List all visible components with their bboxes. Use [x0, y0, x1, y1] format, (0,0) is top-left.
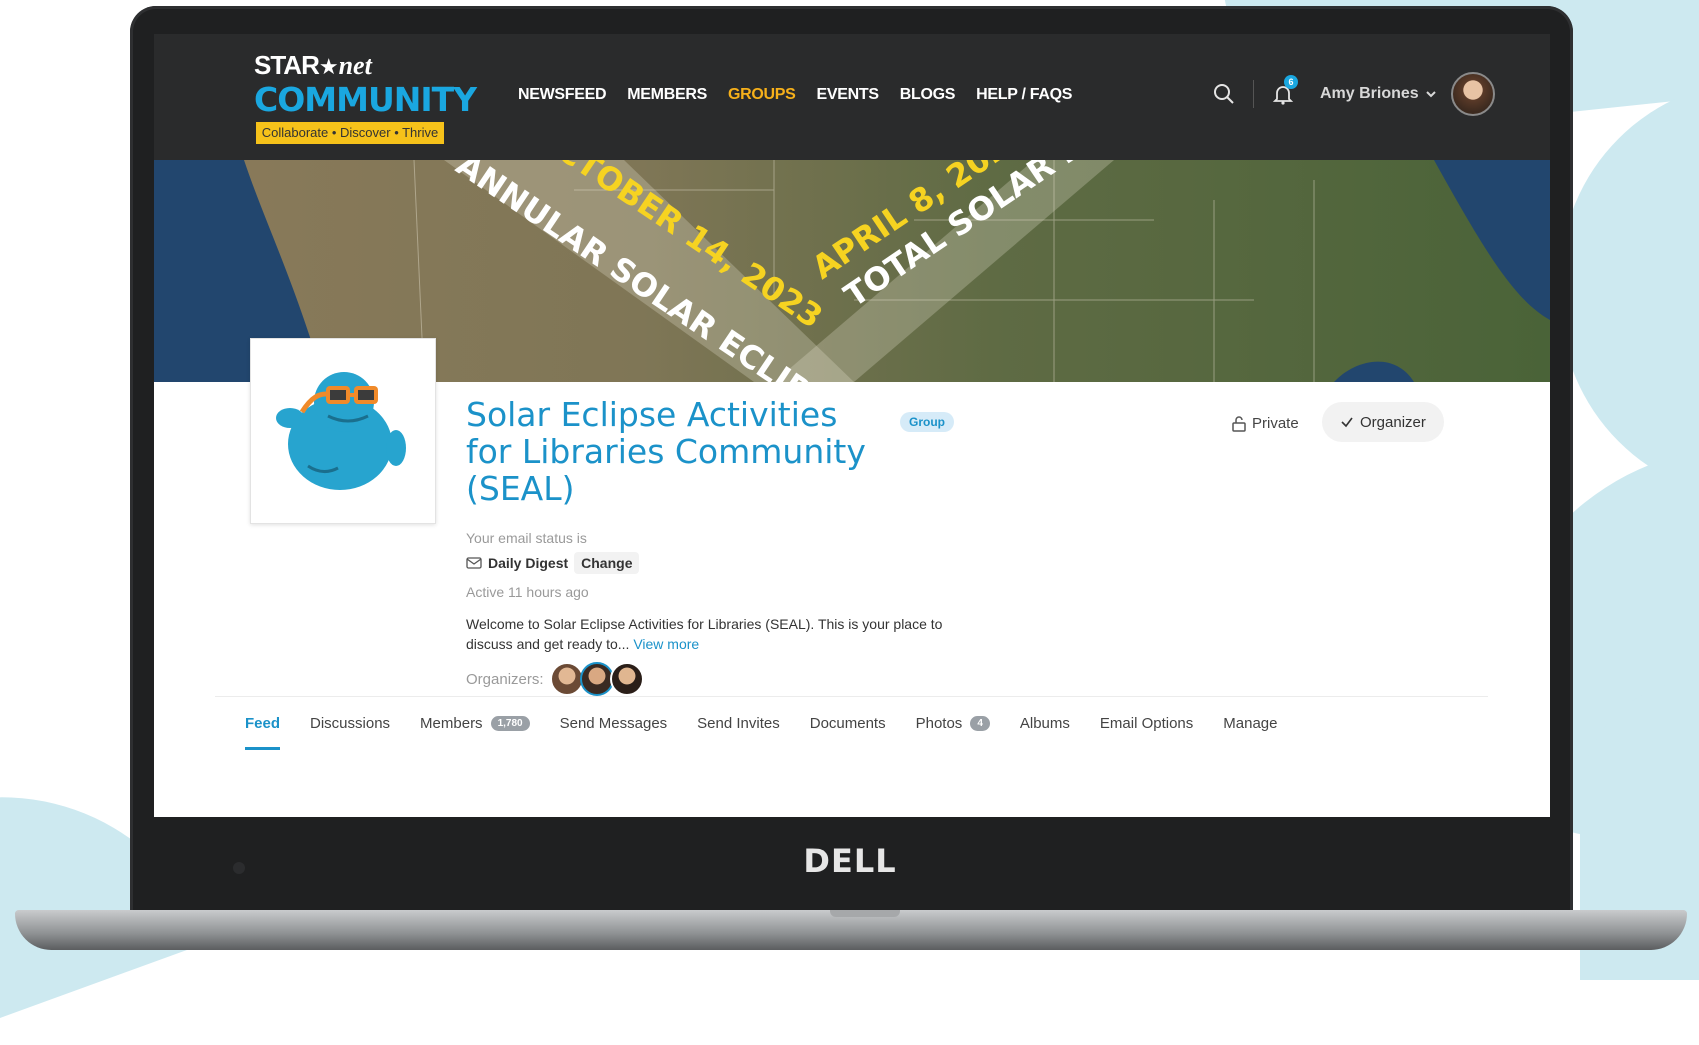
nav-divider	[1253, 80, 1254, 108]
check-icon	[1341, 417, 1353, 428]
nav-blogs[interactable]: BLOGS	[900, 86, 956, 104]
laptop-base	[15, 910, 1687, 950]
user-avatar[interactable]	[1450, 72, 1495, 116]
logo-net-text: net	[338, 51, 372, 80]
digest-status: Daily Digest	[466, 555, 568, 571]
email-digest-row: Daily Digest Change	[466, 552, 640, 574]
tab-label: Feed	[245, 715, 281, 732]
top-navbar: STAR★net COMMUNITY Collaborate • Discove…	[154, 34, 1550, 160]
tab-label: Members	[420, 715, 483, 732]
organizer-avatar[interactable]	[549, 662, 584, 696]
organizer-avatar[interactable]	[609, 662, 644, 696]
group-avatar	[250, 338, 436, 524]
description-text: Welcome to Solar Eclipse Activities for …	[466, 616, 943, 652]
organizer-button[interactable]: Organizer	[1322, 402, 1444, 442]
bell-icon[interactable]: 6	[1268, 75, 1298, 109]
tab-discussions[interactable]: Discussions	[310, 715, 390, 732]
tab-manage[interactable]: Manage	[1223, 715, 1277, 732]
lock-icon	[1232, 415, 1246, 432]
tab-label: Send Messages	[559, 715, 668, 732]
members-count-badge: 1,780	[490, 716, 530, 731]
privacy-label: Private	[1252, 415, 1299, 432]
last-active: Active 11 hours ago	[466, 584, 589, 600]
dell-logo: DELL	[803, 842, 897, 880]
tab-email-options[interactable]: Email Options	[1100, 715, 1193, 732]
search-icon[interactable]	[1209, 79, 1239, 109]
logo-tagline: Collaborate • Discover • Thrive	[256, 122, 444, 144]
tab-label: Photos	[915, 715, 963, 732]
digest-label: Daily Digest	[488, 555, 569, 571]
tab-label: Discussions	[310, 715, 391, 732]
organizer-label: Organizer	[1360, 413, 1426, 431]
tab-label: Send Invites	[697, 715, 780, 732]
tab-label: Manage	[1223, 715, 1278, 732]
organizers-label: Organizers:	[466, 670, 544, 688]
group-type-badge: Group	[900, 412, 954, 432]
envelope-icon	[466, 557, 482, 569]
webcam-icon	[233, 862, 245, 874]
nav-newsfeed[interactable]: NEWSFEED	[518, 86, 607, 104]
tab-send-invites[interactable]: Send Invites	[697, 715, 780, 732]
starnet-community-logo[interactable]: STAR★net COMMUNITY Collaborate • Discove…	[254, 50, 477, 146]
background-swirl	[1560, 80, 1699, 500]
group-tabs: Feed Discussions Members 1,780 Send Messa…	[215, 696, 1488, 757]
tab-documents[interactable]: Documents	[810, 715, 886, 732]
tab-label: Email Options	[1099, 715, 1194, 732]
nav-right: 6 Amy Briones	[1209, 72, 1495, 116]
nav-help-faqs[interactable]: HELP / FAQS	[976, 86, 1072, 104]
chevron-down-icon	[1425, 91, 1436, 98]
photos-count-badge: 4	[970, 716, 990, 731]
main-nav: NEWSFEED MEMBERS GROUPS EVENTS BLOGS HEL…	[518, 86, 1093, 104]
tab-photos[interactable]: Photos 4	[916, 715, 990, 732]
tab-label: Documents	[809, 715, 886, 732]
view-more-link[interactable]: View more	[633, 636, 699, 652]
change-email-status-button[interactable]: Change	[574, 552, 640, 574]
laptop-screen: STAR★net COMMUNITY Collaborate • Discove…	[154, 34, 1550, 817]
tab-label: Albums	[1019, 715, 1070, 732]
seal-mascot-icon	[276, 372, 406, 490]
star-icon: ★	[318, 54, 339, 79]
group-title: Solar Eclipse Activities for Libraries C…	[466, 395, 866, 508]
tab-feed[interactable]: Feed	[245, 715, 281, 750]
privacy-status: Private	[1232, 415, 1299, 432]
organizers-row: Organizers:	[466, 662, 644, 696]
tab-members[interactable]: Members 1,780	[420, 715, 530, 732]
nav-groups[interactable]: GROUPS	[728, 86, 796, 104]
organizer-avatar[interactable]	[579, 662, 614, 696]
user-name: Amy Briones	[1320, 85, 1419, 102]
notification-badge: 6	[1284, 75, 1298, 89]
email-status-label: Your email status is	[466, 530, 587, 546]
logo-star-text: STAR	[254, 50, 320, 80]
tab-send-messages[interactable]: Send Messages	[560, 715, 668, 732]
tab-albums[interactable]: Albums	[1020, 715, 1070, 732]
nav-events[interactable]: EVENTS	[817, 86, 880, 104]
user-menu[interactable]: Amy Briones	[1320, 85, 1437, 103]
group-description: Welcome to Solar Eclipse Activities for …	[466, 614, 956, 654]
laptop-notch	[830, 910, 900, 917]
nav-members[interactable]: MEMBERS	[627, 86, 707, 104]
logo-community-text: COMMUNITY	[254, 80, 477, 119]
